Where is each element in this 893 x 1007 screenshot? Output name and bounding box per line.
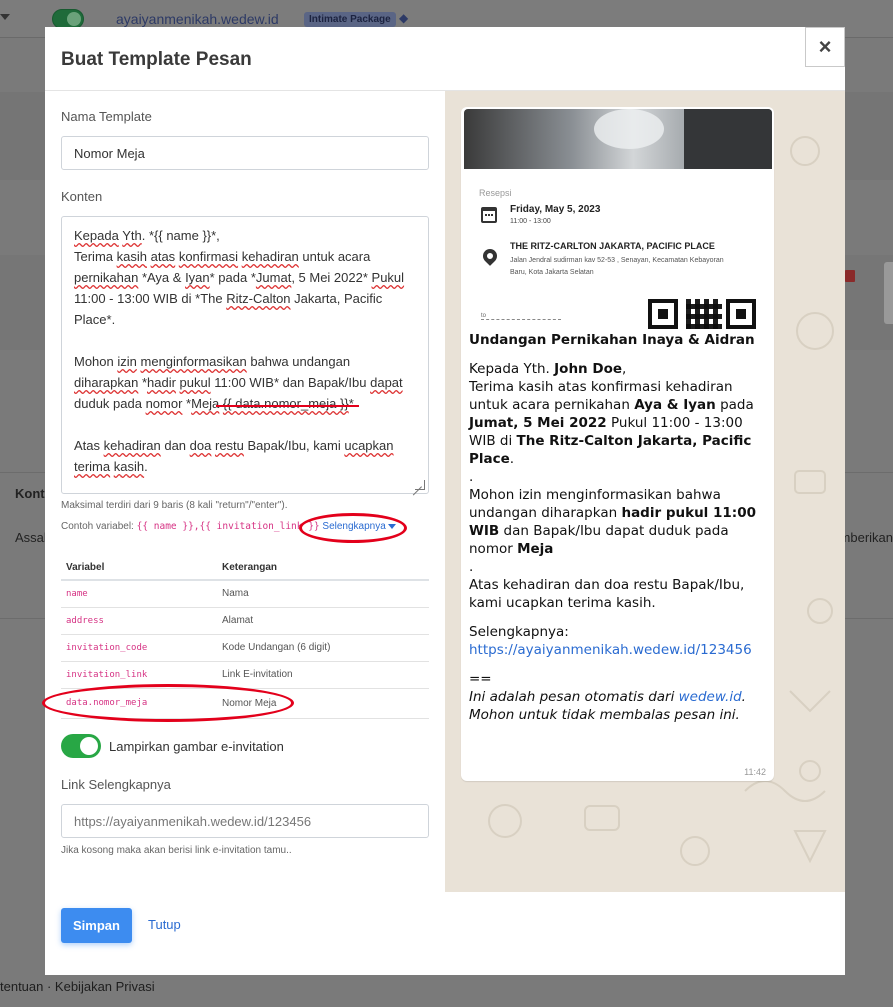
table-header: Keterangan — [217, 555, 429, 581]
content-line: terima kasih. — [74, 459, 148, 474]
template-name-input[interactable]: Nomor Meja — [61, 136, 429, 170]
content-label: Konten — [61, 189, 103, 204]
content-line — [74, 414, 416, 435]
variable-code: invitation_code — [61, 634, 217, 662]
variable-description: Nama — [217, 580, 429, 608]
attach-invitation-toggle[interactable] — [61, 734, 101, 758]
save-button[interactable]: Simpan — [61, 908, 132, 943]
event-time: 11:00 - 13:00 — [510, 218, 551, 225]
p1-date: Jumat, 5 Mei 2022 — [469, 415, 607, 431]
table-header-row: Variabel Keterangan — [61, 555, 429, 581]
message-preview: Resepsi Friday, May 5, 2023 11:00 - 13:0… — [445, 91, 845, 892]
variable-description: Alamat — [217, 607, 429, 635]
separator: == — [469, 671, 492, 687]
annotation-ellipse — [299, 513, 407, 543]
background-site-name: ayaiyanmenikah.wedew.id — [116, 11, 279, 27]
event-date: Friday, May 5, 2023 — [510, 204, 601, 215]
message-title: Undangan Pernikahan Inaya & Aidran — [469, 332, 755, 348]
message-paragraph-3: Atas kehadiran dan doa restu Bapak/Ibu, … — [469, 577, 745, 611]
message-dot: . — [469, 559, 474, 575]
content-line: Atas kehadiran dan doa restu Bapak/Ibu, … — [74, 438, 394, 453]
qr-code — [648, 299, 758, 329]
table-row: name Nama — [61, 580, 429, 608]
p1-couple: Aya & Iyan — [634, 397, 716, 413]
greeting-prefix: Kepada Yth. — [469, 361, 555, 377]
p1-text: . — [509, 451, 515, 467]
trash-icon — [845, 270, 855, 282]
content-textarea[interactable]: Kepada Yth. *{{ name }}*, Terima kasih a… — [61, 216, 429, 494]
variable-code: name — [61, 580, 217, 608]
table-header: Variabel — [61, 555, 217, 581]
link-label: Link Selengkapnya — [61, 777, 171, 792]
more-link[interactable]: https://ayaiyanmenikah.wedew.id/123456 — [469, 641, 767, 659]
content-line: diharapkan *hadir pukul 11:00 WIB* dan B… — [74, 375, 403, 390]
invitation-photo — [464, 109, 772, 169]
content-line — [74, 330, 416, 351]
auto-note: Ini adalah pesan otomatis dari wedew.id. — [469, 688, 767, 706]
link-hint: Jika kosong maka akan berisi link e-invi… — [61, 845, 292, 856]
message-greeting: Kepada Yth. John Doe, — [469, 360, 767, 378]
create-template-modal: Buat Template Pesan × Nama Template Nomo… — [42, 27, 845, 975]
close-icon: × — [818, 34, 832, 59]
template-name-label: Nama Template — [61, 109, 152, 124]
example-prefix: Contoh variabel: — [61, 521, 137, 532]
auto-note-text: . — [741, 689, 746, 705]
max-lines-hint: Maksimal terdiri dari 9 baris (8 kali "r… — [61, 500, 288, 511]
annotation-underline — [216, 405, 359, 407]
greeting-suffix: , — [622, 361, 627, 377]
message-time: 11:42 — [744, 767, 766, 777]
message-bubble: Resepsi Friday, May 5, 2023 11:00 - 13:0… — [461, 107, 774, 781]
link-input[interactable]: https://ayaiyanmenikah.wedew.id/123456 — [61, 804, 429, 838]
content-line: Kepada Yth. *{{ name }}*, — [74, 228, 220, 243]
cut-line — [481, 319, 561, 321]
location-pin-icon — [480, 246, 500, 266]
venue-name: THE RITZ-CARLTON JAKARTA, PACIFIC PLACE — [510, 241, 715, 251]
content-line: duduk pada nomor *Meja {{ data.nomor_mej… — [74, 396, 354, 411]
message-paragraph-2: Mohon izin menginformasikan bahwa undang… — [469, 486, 767, 558]
attach-invitation-label: Lampirkan gambar e-invitation — [109, 739, 284, 754]
content-line: 11:00 - 13:00 WIB di *The Ritz-Calton Ja… — [74, 291, 383, 306]
venue-address: Jalan Jendral sudirman kav 52-53 , Senay… — [510, 257, 724, 276]
p2-text: dan Bapak/Ibu dapat duduk pada nomor — [469, 523, 729, 557]
auto-note-text: Mohon untuk tidak membalas pesan ini. — [469, 707, 740, 723]
background-footer: tentuan · Kebijakan Privasi — [0, 979, 155, 994]
wedew-link[interactable]: wedew.id — [679, 689, 742, 705]
event-label: Resepsi — [479, 188, 512, 198]
message-dot: . — [469, 469, 474, 485]
table-row: address Alamat — [61, 607, 429, 635]
package-badge: Intimate Package — [304, 12, 396, 27]
calendar-icon — [481, 207, 497, 223]
resize-handle-icon[interactable] — [415, 480, 425, 490]
auto-note-text: Ini adalah pesan otomatis dari — [469, 689, 679, 705]
chevron-down-icon — [0, 14, 10, 20]
close-button[interactable]: × — [805, 27, 845, 67]
p2-meja: Meja — [517, 541, 554, 557]
variable-description: Link E-invitation — [217, 661, 429, 689]
background-cell-left: Assal — [15, 530, 47, 545]
auto-note-2: Mohon untuk tidak membalas pesan ini. — [469, 706, 767, 724]
guest-name: John Doe — [554, 361, 622, 377]
annotation-ellipse — [42, 684, 294, 722]
message-text: Undangan Pernikahan Inaya & Aidran Kepad… — [469, 331, 767, 724]
content-line: Place*. — [74, 312, 116, 327]
example-codes: {{ name }},{{ invitation_link }} — [136, 521, 320, 532]
content-line: Terima kasih atas konfirmasi kehadiran u… — [74, 249, 371, 264]
content-line: pernikahan *Aya & Iyan* pada *Jumat, 5 M… — [74, 270, 405, 285]
modal-title: Buat Template Pesan — [61, 49, 252, 70]
background-column-header: Kont — [15, 486, 45, 501]
table-row: invitation_code Kode Undangan (6 digit) — [61, 634, 429, 662]
modal-header: Buat Template Pesan × — [45, 27, 845, 91]
message-paragraph-1: Terima kasih atas konfirmasi kehadiran u… — [469, 378, 767, 468]
more-label: Selengkapnya: — [469, 624, 569, 640]
content-line: Mohon izin menginformasikan bahwa undang… — [74, 354, 351, 369]
variable-description: Kode Undangan (6 digit) — [217, 634, 429, 662]
diamond-icon: ◆ — [399, 11, 409, 25]
close-text-button[interactable]: Tutup — [148, 917, 181, 932]
p1-text: pada — [715, 397, 754, 413]
table-row: invitation_link Link E-invitation — [61, 661, 429, 689]
background-panel-edge — [884, 262, 893, 324]
background-toggle — [52, 9, 84, 29]
variable-code: address — [61, 607, 217, 635]
background-cell-right: mberikan — [839, 530, 893, 545]
